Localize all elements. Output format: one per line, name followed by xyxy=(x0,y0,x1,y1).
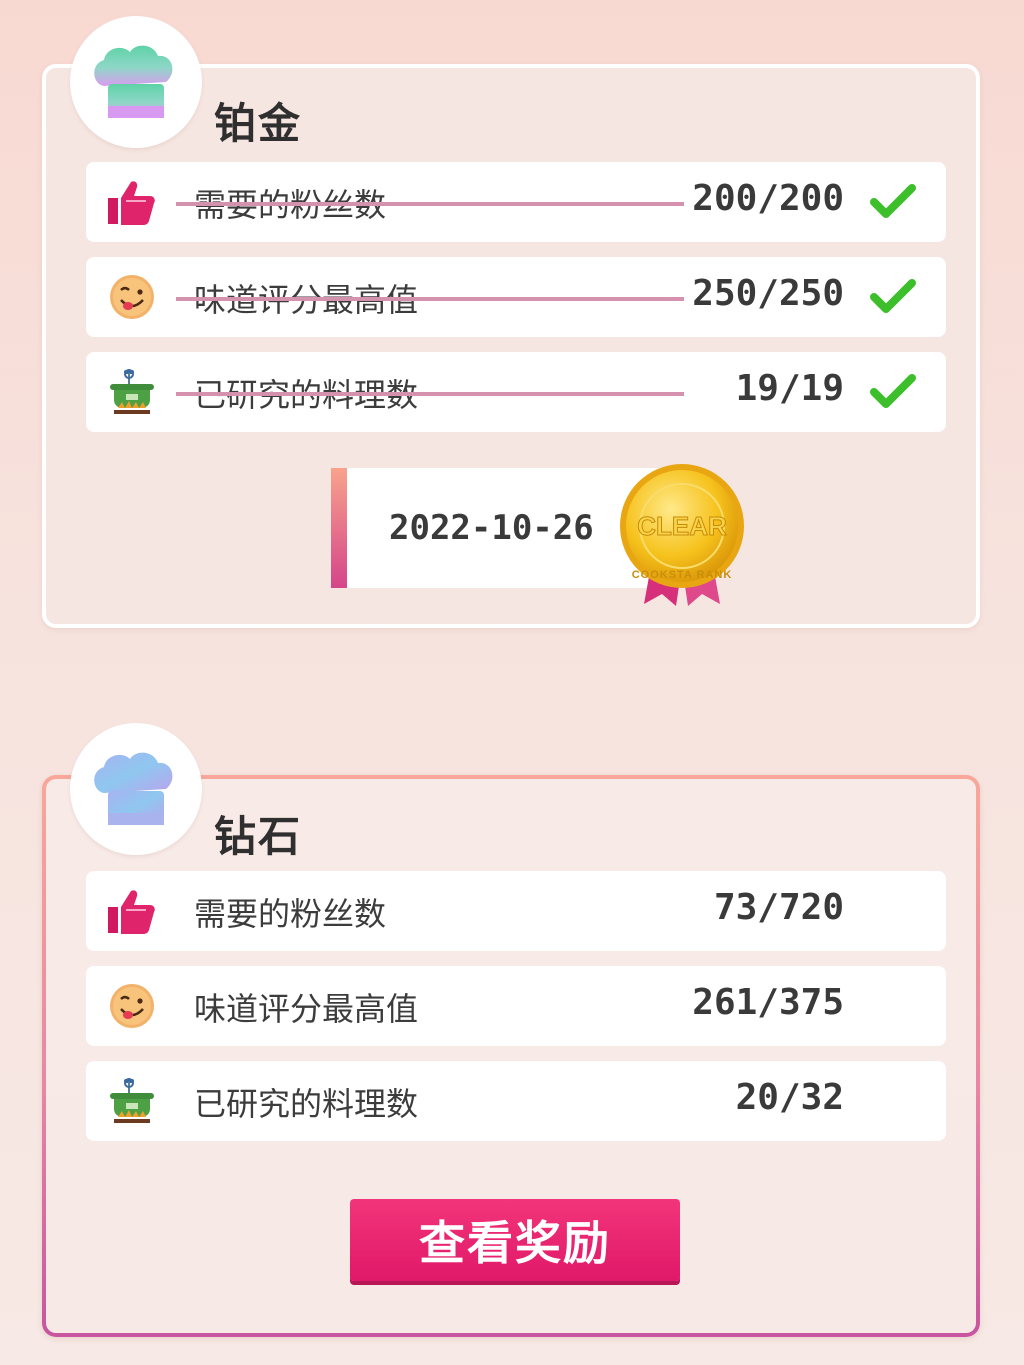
fan-count-row: 需要的粉丝数 73/720 xyxy=(86,871,946,951)
requirement-progress: 261/375 xyxy=(692,982,844,1023)
diamond-hat-badge xyxy=(70,723,202,855)
platinum-hat-badge xyxy=(70,16,202,148)
thumbs-up-icon xyxy=(106,887,158,935)
completed-strikethrough xyxy=(176,202,684,206)
requirement-label: 已研究的料理数 xyxy=(194,1085,419,1123)
chef-hat-icon xyxy=(94,45,173,118)
taste-score-row: 味道评分最高值 261/375 xyxy=(86,966,946,1046)
tier-title: 铂金 xyxy=(214,99,303,148)
requirement-progress: 20/32 xyxy=(735,1077,844,1118)
view-rewards-button[interactable]: 查看奖励 xyxy=(350,1199,680,1281)
requirement-label: 需要的粉丝数 xyxy=(194,895,387,933)
chef-hat-icon xyxy=(94,752,173,825)
medal-text: CLEAR xyxy=(637,511,727,541)
diamond-tier-card: 钻石 需要的粉丝数 73/720 味道评分最高值 261/375 已研究的料理数… xyxy=(42,723,980,1337)
requirement-label: 味道评分最高值 xyxy=(194,990,419,1028)
requirement-progress: 73/720 xyxy=(713,887,844,928)
medal-ring-text: COOKSTA RANK xyxy=(632,569,733,581)
researched-dishes-row: 已研究的料理数 20/32 xyxy=(86,1061,946,1141)
tier-title: 钻石 xyxy=(214,812,303,861)
clear-medal-icon: COOKSTA RANK CLEAR xyxy=(620,464,744,606)
requirement-progress: 19/19 xyxy=(735,368,844,409)
date-accent-bar xyxy=(331,468,347,588)
completed-strikethrough xyxy=(176,297,684,301)
checkmark-icon xyxy=(868,277,918,317)
requirement-progress: 250/250 xyxy=(692,273,844,314)
completed-strikethrough xyxy=(176,392,684,396)
fan-count-row: 需要的粉丝数 200/200 xyxy=(86,162,946,242)
platinum-tier-card: 铂金 需要的粉丝数 200/200 味道评分最高值 250/250 已研究的料理… xyxy=(42,16,980,628)
cooking-pot-icon xyxy=(106,368,158,416)
thumbs-up-icon xyxy=(106,178,158,226)
requirement-progress: 200/200 xyxy=(692,178,844,219)
smiley-face-icon xyxy=(106,982,158,1030)
clear-date-box: 2022-10-26 xyxy=(331,468,661,588)
checkmark-icon xyxy=(868,182,918,222)
cooking-pot-icon xyxy=(106,1077,158,1125)
clear-date: 2022-10-26 xyxy=(389,508,594,548)
smiley-face-icon xyxy=(106,273,158,321)
checkmark-icon xyxy=(868,372,918,412)
researched-dishes-row: 已研究的料理数 19/19 xyxy=(86,352,946,432)
taste-score-row: 味道评分最高值 250/250 xyxy=(86,257,946,337)
